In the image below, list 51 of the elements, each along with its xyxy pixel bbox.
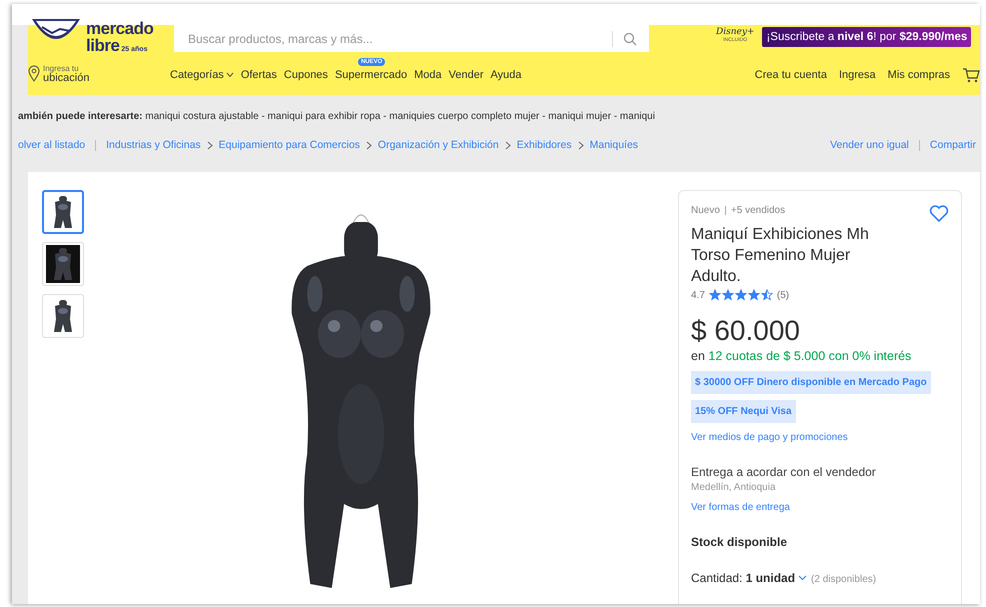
price: $ 60.000 [691,315,801,348]
chevron-right-icon [206,140,213,150]
chevron-down-icon [798,575,808,582]
logo-text[interactable]: mercado [86,20,154,37]
location-hint[interactable]: Ingresa tu [43,65,90,74]
account-link[interactable]: Ingresa [838,69,876,81]
stock-text: Stock disponible [691,535,788,550]
payment-link[interactable]: Ver medios de pago y promociones [691,432,949,444]
chevron-right-icon [578,140,584,150]
categories-menu[interactable]: Categorías [170,69,234,81]
heart-icon[interactable] [929,205,949,223]
available-count: (2 disponibles) [811,574,876,586]
delivery-link[interactable]: Ver formas de entrega [691,502,949,514]
product-title: Maniquí Exhibiciones Mh Torso Femenino Mujer Adulto. [691,225,870,287]
delivery-text: Entrega a acordar con el vendedor [691,465,877,480]
nav-link[interactable]: Moda [414,69,442,81]
chevron-right-icon [504,140,511,150]
rating-value: 4.7 [691,290,705,301]
promo-tag: 15% OFF Nequi Visa [691,400,796,424]
chevron-right-icon [366,140,372,150]
star-icon [748,289,760,302]
search-field[interactable]: Buscar productos, marcas y más... [174,25,649,52]
quantity-selector[interactable]: Cantidad: 1 unidad [691,571,808,586]
sold-count: +5 vendidos [730,205,786,216]
nav-link[interactable]: Vender [448,69,484,81]
cart-icon[interactable] [962,67,980,83]
search-icon[interactable] [623,32,637,46]
star-icon [722,289,734,302]
nav-link[interactable]: Cupones [284,69,328,81]
thumbnail[interactable] [42,190,84,234]
logo-text[interactable]: libre [86,37,120,54]
star-icon [734,289,747,302]
installments-prefix: en [691,349,705,364]
installments-text: 12 cuotas de $ 5.000 con 0% interés [708,349,912,364]
seller-location: Medellín, Antioquia [691,482,777,494]
promo-tag: $ 30000 OFF Dinero disponible en Mercado Pago [691,371,931,394]
chevron-down-icon [226,72,234,78]
disney-logo-text: Disney+ [716,27,754,37]
subscription-banner[interactable]: ¡Suscribete a nivel 6! por $29.990/mes [762,27,972,47]
star-icon [760,289,773,302]
location-pin-icon[interactable] [28,65,40,82]
condition-text: Nuevo [691,205,720,216]
account-link[interactable]: Crea tu cuenta [754,69,827,81]
location-label[interactable]: ubicación [43,73,90,85]
nav-link[interactable]: Supermercado [334,69,408,81]
account-link[interactable]: Mis compras [888,69,950,81]
star-icon [708,289,721,302]
review-count: (5) [776,290,790,301]
nav-link[interactable]: Ayuda [490,69,522,81]
nav-link[interactable]: Ofertas [240,69,277,81]
related-searches: ambién puede interesarte: maniqui costura ajustable - maniqui para exhibir ropa - maniquies cuerpo completo mujer - maniqui mujer - maniqui [18,111,656,122]
